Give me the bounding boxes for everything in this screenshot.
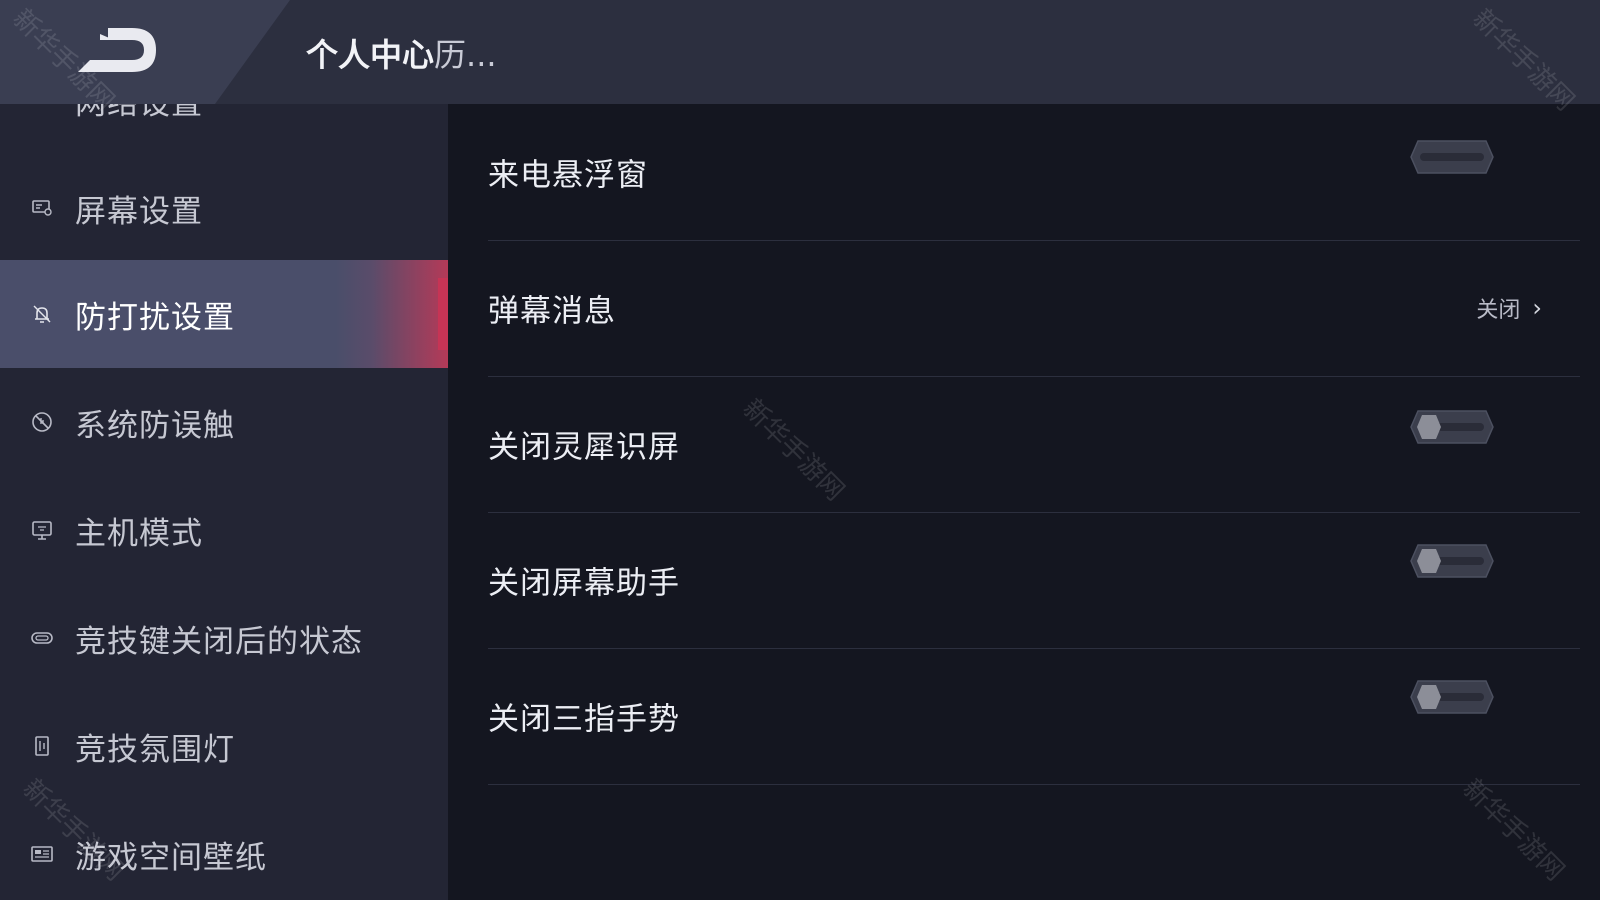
setting-row-screen-assistant: 关闭屏幕助手 (488, 512, 1580, 649)
setting-row-danmaku[interactable]: 弹幕消息 关闭 › (488, 240, 1580, 377)
sidebar-item-game-key-state[interactable]: 竞技键关闭后的状态 (0, 584, 448, 692)
top-bar: 个人中心历... (0, 0, 1600, 104)
sidebar-item-ambient-light[interactable]: 竞技氛围灯 (0, 692, 448, 800)
sidebar-item-wallpaper[interactable]: 游戏空间壁纸 (0, 800, 448, 900)
sidebar-item-label: 系统防误触 (75, 407, 235, 444)
sidebar-item-label: 屏幕设置 (75, 193, 203, 230)
sidebar-item-anti-mistouch[interactable]: 系统防误触 (0, 368, 448, 476)
page-title-sub: 历... (434, 36, 497, 74)
sidebar-item-label: 竞技氛围灯 (75, 731, 235, 768)
setting-label: 关闭屏幕助手 (488, 565, 680, 602)
setting-row-three-finger: 关闭三指手势 (488, 648, 1580, 785)
light-icon (29, 733, 55, 759)
no-touch-icon (29, 409, 55, 435)
setting-label: 来电悬浮窗 (488, 157, 648, 194)
bell-off-icon (29, 301, 55, 327)
chevron-right-icon: › (1532, 294, 1542, 322)
danmaku-value-link[interactable]: 关闭 › (1476, 292, 1542, 324)
back-button[interactable] (70, 20, 165, 80)
screen-settings-icon (29, 195, 55, 221)
incoming-call-toggle[interactable] (1410, 140, 1494, 174)
page-title: 个人中心历... (306, 30, 497, 76)
wallpaper-icon (29, 841, 55, 867)
sidebar-item-label: 主机模式 (75, 515, 203, 552)
sidebar-item-host-mode[interactable]: 主机模式 (0, 476, 448, 584)
page-title-main: 个人中心 (306, 36, 435, 74)
sidebar-item-label: 竞技键关闭后的状态 (75, 623, 363, 660)
smart-screen-toggle[interactable] (1410, 410, 1494, 444)
sidebar-item-label: 游戏空间壁纸 (75, 839, 267, 876)
sidebar: 网络设置 屏幕设置 防打扰设置 系统防误触 主机模式 竞技键关闭后的状态 (0, 0, 448, 900)
setting-row-incoming-call-window: 来电悬浮窗 (488, 104, 1580, 241)
back-arrow-icon (78, 28, 156, 72)
setting-label: 关闭三指手势 (488, 701, 680, 738)
active-indicator (438, 278, 448, 350)
monitor-icon (29, 517, 55, 543)
settings-panel: 来电悬浮窗 弹幕消息 关闭 › 关闭灵犀识屏 关闭屏幕助手 关闭三指手势 (448, 104, 1600, 900)
game-key-icon (29, 625, 55, 651)
sidebar-item-screen[interactable]: 屏幕设置 (0, 154, 448, 262)
setting-label: 关闭灵犀识屏 (488, 429, 680, 466)
screen-assistant-toggle[interactable] (1410, 544, 1494, 578)
three-finger-toggle[interactable] (1410, 680, 1494, 714)
back-area (0, 0, 290, 104)
sidebar-item-label: 防打扰设置 (75, 299, 235, 336)
setting-row-smart-screen: 关闭灵犀识屏 (488, 376, 1580, 513)
setting-label: 弹幕消息 (488, 293, 616, 330)
danmaku-value: 关闭 (1476, 298, 1521, 323)
sidebar-item-do-not-disturb[interactable]: 防打扰设置 (0, 260, 448, 368)
